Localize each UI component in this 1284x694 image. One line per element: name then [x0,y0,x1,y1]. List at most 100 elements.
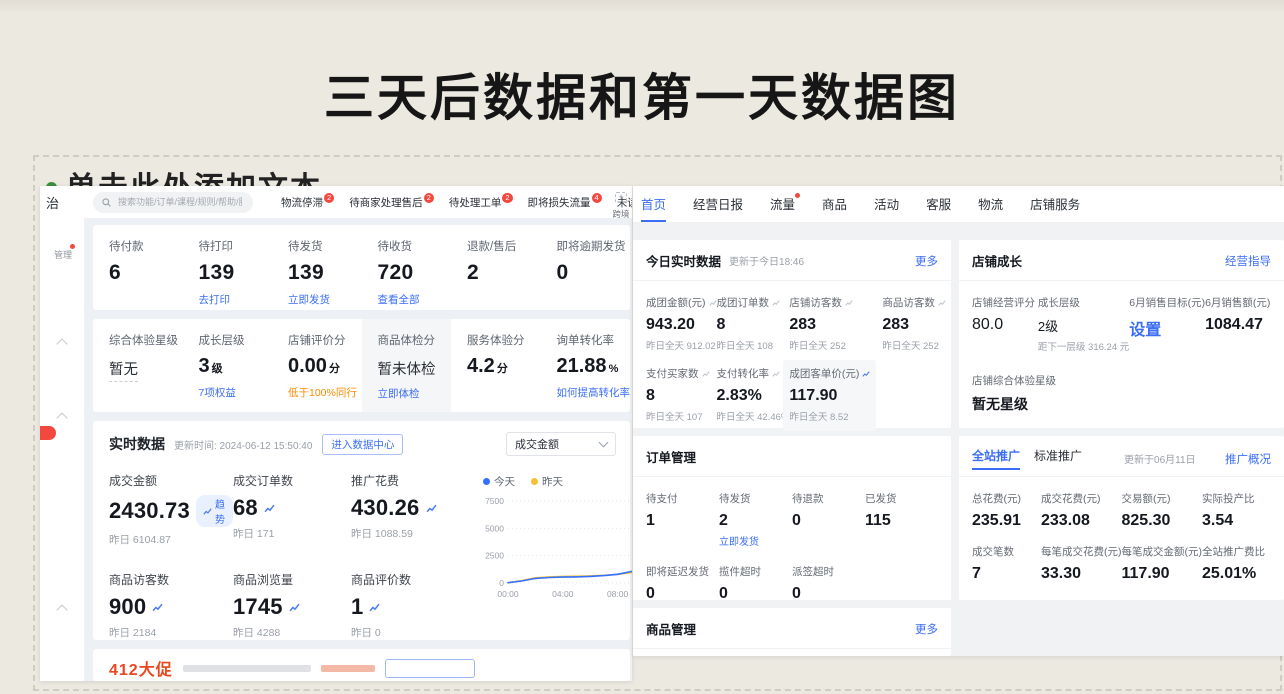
chart-legend: 今天 昨天 [483,474,632,489]
metric: 成团订单数 8 昨日全天 108 [717,281,790,352]
metric: 商品访客数 283 昨日全天 252 [882,281,946,352]
stat-link[interactable]: 7项权益 [199,385,236,400]
tab-daily-report[interactable]: 经营日报 [693,186,743,222]
search-box[interactable] [93,192,253,213]
stat-link[interactable]: 如何提高转化率 [557,385,631,400]
chevron-up-icon[interactable] [56,412,67,423]
trend-icon[interactable] [264,503,275,514]
topbar-corner: + 跨境 [611,187,631,220]
realtime-card: 实时数据 更新时间: 2024-06-12 15:50:40 进入数据中心 成交… [93,421,630,640]
svg-text:0: 0 [499,578,504,588]
tab-traffic[interactable]: 流量 [770,186,795,222]
stat-value: 暂未体检 [378,358,436,379]
legend-dot-today [483,478,490,485]
tab-standard-promo[interactable]: 标准推广 [1034,447,1082,470]
realtime-metrics: 成交金额 2430.73 趋势 昨日 6104.87 成交订单数 68 [109,472,469,640]
trend-icon[interactable] [369,602,380,613]
clipped-text [321,665,375,672]
metric: 商品访客数 900 昨日 2184 [109,571,233,640]
todo-stats-card: 待付款 6 待打印 139 去打印 待发货 139 立即发货 待收货 [93,225,630,310]
sidebar-item-manage[interactable]: 管理 [54,248,72,261]
stat-link[interactable]: 低于100%同行 [288,385,357,400]
stat-value: 139 [288,261,362,285]
metric: 成交花费(元) 233.08 [1041,477,1122,530]
more-link[interactable]: 更多 [915,621,938,637]
stat-label: 待发货 [288,238,362,254]
stat-label: 询单转化率 [557,332,631,348]
chevron-up-icon[interactable] [56,604,67,615]
notification-badge: 4 [592,193,602,203]
chart-metric-select[interactable]: 成交金额 [506,432,616,456]
search-input[interactable] [116,196,244,208]
realtime-updated: 更新时间: 2024-06-12 15:50:40 [174,437,312,452]
tab-sitewide-promo[interactable]: 全站推广 [972,447,1020,470]
nav-item-tickets[interactable]: 待处理工单2 [449,195,513,210]
stat-link[interactable]: 立即体检 [378,386,420,401]
metric-highlighted[interactable]: 成团客单价(元) 117.90 昨日全天 8.52 [783,360,876,431]
card-updated: 更新于06月11日 [1124,451,1196,466]
stat-value: 6 [109,261,183,285]
ship-now-link[interactable]: 立即发货 [719,533,759,548]
stat-label: 综合体验星级 [109,332,183,348]
stat-link[interactable]: 立即发货 [288,292,330,307]
topnav: 物流停滞2 待商家处理售后2 待处理工单2 即将损失流量4 未读站内信66 [281,195,632,210]
trend-icon[interactable] [426,503,437,514]
order-metrics: 待支付 1 待发货 2 立即发货 待退款 0 已 [646,477,938,603]
metric: 派签超时 0 [792,550,865,603]
tab-service[interactable]: 客服 [926,186,951,222]
metric: 推广花费 430.26 昨日 1088.59 [351,472,469,547]
nav-item-logistics[interactable]: 物流停滞2 [281,195,334,210]
trend-icon[interactable] [152,602,163,613]
promo-button[interactable] [385,659,475,678]
promo-overview-link[interactable]: 推广概况 [1225,451,1271,467]
ads-metrics: 总花费(元) 235.91 成交花费(元) 233.08 交易额(元) 825.… [972,477,1271,583]
stat-label: 待付款 [109,238,183,254]
data-center-button[interactable]: 进入数据中心 [322,434,403,455]
search-icon [102,198,111,207]
legend-item[interactable]: 今天 [483,474,515,489]
svg-text:2500: 2500 [485,551,504,561]
card-title: 今日实时数据 [646,251,721,270]
nav-item-traffic-loss[interactable]: 即将损失流量4 [528,195,602,210]
promotion-card: 全站推广 标准推广 更新于06月11日 推广概况 总花费(元) 235.91 成… [959,436,1284,600]
product-management-card: 商品管理 更多 [633,608,951,656]
trend-icon[interactable] [289,602,300,613]
todo-stat: 待付款 6 [93,238,183,310]
notification-badge: 2 [502,193,512,203]
trend-icon [702,370,710,378]
stat-link[interactable]: 去打印 [199,292,231,307]
more-link[interactable]: 更多 [915,253,938,269]
metric: 交易额(元) 825.30 [1122,477,1203,530]
metric: 总花费(元) 235.91 [972,477,1041,530]
legend-item[interactable]: 昨天 [531,474,563,489]
nav-item-aftersale[interactable]: 待商家处理售后2 [349,195,434,210]
chevron-up-icon[interactable] [56,338,67,349]
tab-shop-services[interactable]: 店铺服务 [1030,186,1080,222]
metric: 即将延迟发货 0 [646,550,719,603]
trend-icon [709,299,717,307]
rating-stat: 服务体验分 4.2分 [451,319,541,412]
todo-stat: 退款/售后 2 [451,238,541,310]
line-chart[interactable]: 025005000750000:0004:0008:00 [481,493,632,605]
stat-label: 即将逾期发货 [557,238,631,254]
todo-stat: 即将逾期发货 0 [541,238,631,310]
today-metrics: 成团金额(元) 943.20 昨日全天 912.02 成团订单数 8 昨日全天 … [646,281,938,431]
trend-badge[interactable]: 趋势 [196,495,233,527]
tab-logistics[interactable]: 物流 [978,186,1003,222]
trend-icon [772,299,780,307]
right-dashboard-panel: 首页 经营日报 流量 商品 活动 客服 物流 店铺服务 今日实时数据 更新于今日… [633,186,1284,656]
tab-activities[interactable]: 活动 [874,186,899,222]
metric: 支付买家数 8 昨日全天 107 [646,352,717,431]
star-rating-block: 店铺综合体验星级 暂无星级 [972,373,1056,414]
stat-link[interactable]: 查看全部 [378,292,420,307]
promo-strip[interactable]: 412大促 [93,649,630,681]
shop-growth-card: 店铺成长 经营指导 店铺经营评分 80.0 成长层级 2级 距下一层级 316.… [959,240,1284,428]
metric: 支付转化率 2.83% 昨日全天 42.46% [717,352,790,431]
tab-home[interactable]: 首页 [641,186,666,222]
guidance-link[interactable]: 经营指导 [1225,253,1271,269]
tab-products[interactable]: 商品 [822,186,847,222]
set-target-link[interactable]: 设置 [1129,316,1205,340]
stat-label: 成长层级 [199,332,273,348]
rating-stat: 商品体检分 暂未体检 立即体检 [362,319,452,412]
expand-icon[interactable]: + [615,192,626,203]
